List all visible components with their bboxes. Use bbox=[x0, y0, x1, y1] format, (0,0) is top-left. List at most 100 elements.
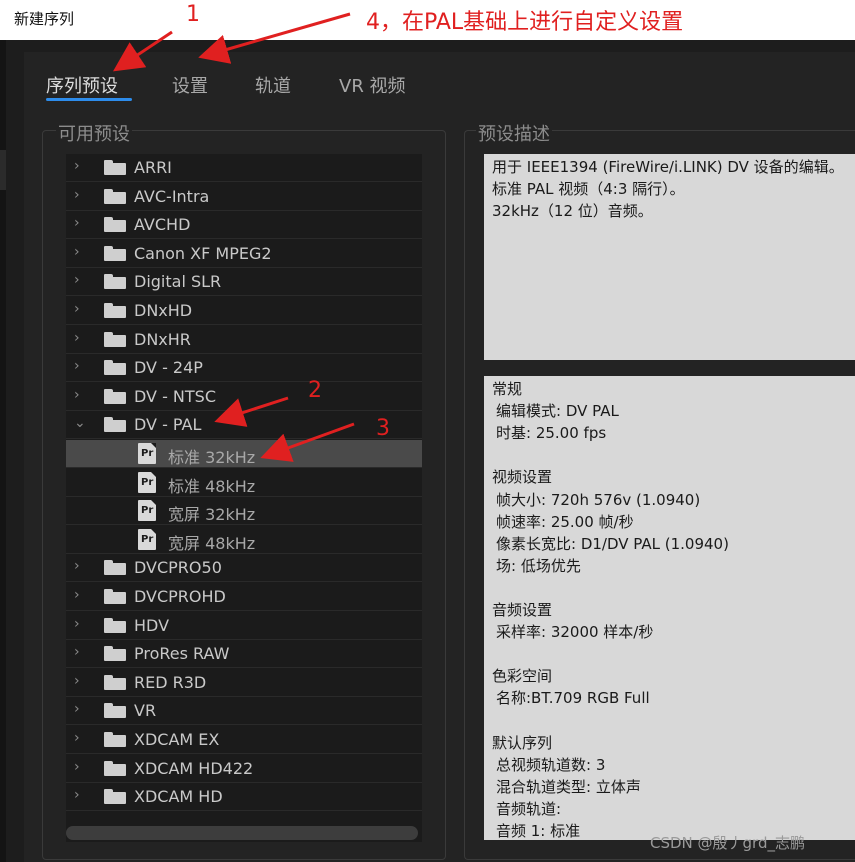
preset-folder-label: DV - PAL bbox=[134, 415, 202, 434]
chevron-right-icon[interactable]: › bbox=[74, 759, 88, 777]
preset-folder-row[interactable]: › HDV bbox=[66, 612, 422, 640]
preset-item-label: 标准 32kHz bbox=[168, 448, 256, 467]
chevron-right-icon[interactable]: › bbox=[74, 587, 88, 605]
folder-icon bbox=[104, 675, 126, 690]
chevron-right-icon[interactable]: › bbox=[74, 301, 88, 319]
preset-folder-label: XDCAM HD bbox=[134, 787, 223, 806]
background-window-edge bbox=[0, 40, 6, 862]
annotation-number-2: 2 bbox=[308, 378, 322, 403]
annotation-step-4: 4，在PAL基础上进行自定义设置 bbox=[366, 10, 684, 35]
preset-tree-horizontal-scrollbar[interactable] bbox=[66, 826, 418, 840]
annotation-number-3: 3 bbox=[376, 416, 390, 441]
tab-sequence-presets[interactable]: 序列预设 bbox=[46, 72, 118, 98]
chevron-right-icon[interactable]: › bbox=[74, 187, 88, 205]
preset-folder-label: DV - 24P bbox=[134, 358, 203, 377]
dialog-title: 新建序列 bbox=[14, 10, 75, 28]
chevron-right-icon[interactable]: › bbox=[74, 272, 88, 290]
chevron-right-icon[interactable]: › bbox=[74, 616, 88, 634]
preset-item-label: 宽屏 48kHz bbox=[168, 534, 256, 553]
folder-icon bbox=[104, 303, 126, 318]
preset-folder-label: VR bbox=[134, 701, 157, 720]
folder-icon bbox=[104, 589, 126, 604]
detail-value-line: 名称:BT.709 RGB Full bbox=[496, 689, 650, 707]
preset-folder-row[interactable]: › XDCAM HD422 bbox=[66, 755, 422, 783]
folder-icon bbox=[104, 761, 126, 776]
detail-value-line: 音频轨道: bbox=[496, 800, 562, 818]
chevron-right-icon[interactable]: › bbox=[74, 787, 88, 805]
preset-folder-row[interactable]: › Digital SLR bbox=[66, 268, 422, 296]
chevron-right-icon[interactable]: › bbox=[74, 330, 88, 348]
tab-bar: 序列预设 设置 轨道 VR 视频 bbox=[24, 52, 855, 104]
preset-folder-row[interactable]: › AVC-Intra bbox=[66, 183, 422, 211]
preset-folder-row[interactable]: › Canon XF MPEG2 bbox=[66, 240, 422, 268]
folder-icon bbox=[104, 417, 126, 432]
tab-settings[interactable]: 设置 bbox=[172, 72, 208, 98]
preset-folder-label: DNxHR bbox=[134, 330, 191, 349]
preset-folder-label: XDCAM EX bbox=[134, 730, 220, 749]
folder-icon bbox=[104, 332, 126, 347]
description-line: 用于 IEEE1394 (FireWire/i.LINK) DV 设备的编辑。 bbox=[492, 158, 844, 176]
chevron-right-icon[interactable]: › bbox=[74, 558, 88, 576]
preset-folder-row[interactable]: › DVCPRO50 bbox=[66, 554, 422, 582]
preset-item-row[interactable]: Pr 标准 32kHz bbox=[66, 440, 422, 468]
preset-folder-row[interactable]: › DNxHR bbox=[66, 326, 422, 354]
detail-heading-line: 色彩空间 bbox=[492, 667, 553, 685]
chevron-right-icon[interactable]: › bbox=[74, 358, 88, 376]
preset-item-row[interactable]: Pr 宽屏 32kHz bbox=[66, 497, 422, 525]
folder-icon bbox=[104, 160, 126, 175]
preset-item-row[interactable]: Pr 标准 48kHz bbox=[66, 469, 422, 497]
preset-folder-row[interactable]: › XDCAM EX bbox=[66, 726, 422, 754]
detail-heading-line: 默认序列 bbox=[492, 734, 553, 752]
preset-item-row[interactable]: Pr 宽屏 48kHz bbox=[66, 526, 422, 554]
preset-folder-row[interactable]: › DVCPROHD bbox=[66, 583, 422, 611]
chevron-right-icon[interactable]: › bbox=[74, 215, 88, 233]
preset-folder-row[interactable]: › DNxHD bbox=[66, 297, 422, 325]
description-line: 32kHz（12 位）音频。 bbox=[492, 202, 653, 220]
preset-folder-label: ARRI bbox=[134, 158, 172, 177]
preset-folder-row[interactable]: › XDCAM HD bbox=[66, 783, 422, 811]
preset-tree[interactable]: › ARRI › AVC-Intra › AVCHD › Canon XF MPEG2 › Dig… bbox=[66, 154, 422, 842]
preset-folder-label: Digital SLR bbox=[134, 272, 222, 291]
folder-icon bbox=[104, 703, 126, 718]
detail-value-line: 总视频轨道数: 3 bbox=[496, 756, 606, 774]
preset-folder-row[interactable]: ⌄ DV - PAL bbox=[66, 411, 422, 439]
preset-folder-row[interactable]: › ProRes RAW bbox=[66, 640, 422, 668]
preset-folder-row[interactable]: › DV - 24P bbox=[66, 354, 422, 382]
preset-folder-label: DVCPROHD bbox=[134, 587, 226, 606]
detail-value-line: 帧大小: 720h 576v (1.0940) bbox=[496, 491, 701, 509]
chevron-down-icon[interactable]: ⌄ bbox=[74, 415, 88, 433]
background-window-notch bbox=[0, 150, 6, 190]
available-presets-label: 可用预设 bbox=[56, 120, 132, 146]
premiere-preset-icon: Pr bbox=[138, 443, 156, 464]
detail-heading-line: 音频设置 bbox=[492, 601, 553, 619]
preset-folder-row[interactable]: › DV - NTSC bbox=[66, 383, 422, 411]
preset-folder-row[interactable]: › ARRI bbox=[66, 154, 422, 182]
tab-vr-video[interactable]: VR 视频 bbox=[339, 72, 406, 98]
chevron-right-icon[interactable]: › bbox=[74, 158, 88, 176]
preset-folder-row[interactable]: › VR bbox=[66, 697, 422, 725]
preset-folder-row[interactable]: › RED R3D bbox=[66, 669, 422, 697]
chevron-right-icon[interactable]: › bbox=[74, 673, 88, 691]
chevron-right-icon[interactable]: › bbox=[74, 701, 88, 719]
description-line: 标准 PAL 视频（4:3 隔行）。 bbox=[492, 180, 685, 198]
detail-value-line: 音频 1: 标准 bbox=[496, 822, 581, 840]
watermark: CSDN @殷丿grd_志鹏 bbox=[650, 834, 805, 852]
chevron-right-icon[interactable]: › bbox=[74, 730, 88, 748]
chevron-right-icon[interactable]: › bbox=[74, 244, 88, 262]
folder-icon bbox=[104, 217, 126, 232]
folder-icon bbox=[104, 618, 126, 633]
detail-value-line: 采样率: 32000 样本/秒 bbox=[496, 623, 654, 641]
detail-value-line: 时基: 25.00 fps bbox=[496, 424, 607, 442]
folder-icon bbox=[104, 646, 126, 661]
folder-icon bbox=[104, 560, 126, 575]
preset-folder-label: HDV bbox=[134, 616, 170, 635]
chevron-right-icon[interactable]: › bbox=[74, 387, 88, 405]
preset-description-text: 用于 IEEE1394 (FireWire/i.LINK) DV 设备的编辑。 … bbox=[484, 154, 855, 360]
preset-folder-row[interactable]: › AVCHD bbox=[66, 211, 422, 239]
tab-tracks[interactable]: 轨道 bbox=[255, 72, 291, 98]
preset-folder-label: XDCAM HD422 bbox=[134, 759, 254, 778]
folder-icon bbox=[104, 189, 126, 204]
premiere-preset-icon: Pr bbox=[138, 529, 156, 550]
preset-folder-label: DVCPRO50 bbox=[134, 558, 222, 577]
chevron-right-icon[interactable]: › bbox=[74, 644, 88, 662]
